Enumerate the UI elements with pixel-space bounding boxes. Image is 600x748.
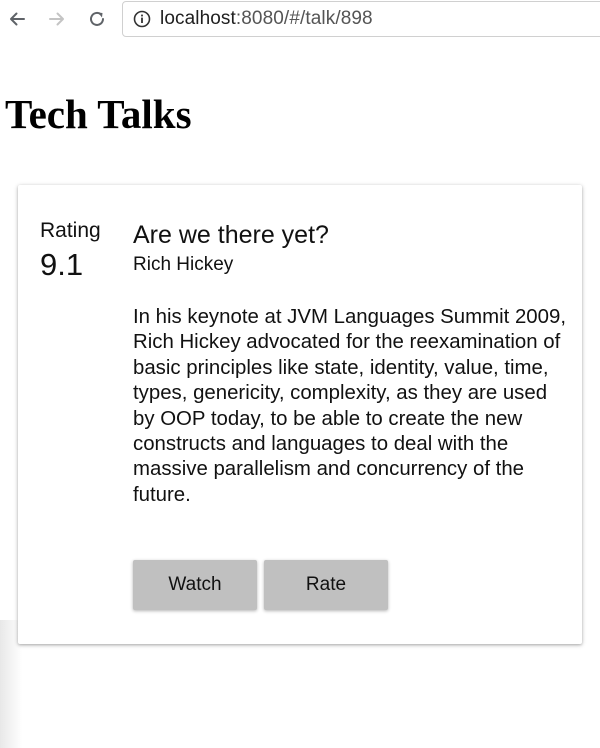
talk-card: Rating 9.1 Are we there yet? Rich Hickey… xyxy=(18,185,582,644)
url-host: localhost xyxy=(160,8,236,29)
address-bar[interactable]: localhost:8080/#/talk/898 xyxy=(122,1,600,37)
talk-speaker: Rich Hickey xyxy=(133,254,234,275)
page-title: Tech Talks xyxy=(5,91,192,137)
talk-description: In his keynote at JVM Languages Summit 2… xyxy=(133,306,566,506)
reload-icon[interactable] xyxy=(84,6,110,32)
rating-value: 9.1 xyxy=(40,247,84,282)
watch-button[interactable]: Watch xyxy=(133,560,257,610)
rating-label: Rating xyxy=(40,219,101,242)
back-arrow-icon[interactable] xyxy=(4,6,30,32)
rate-button[interactable]: Rate xyxy=(264,560,388,610)
talk-title: Are we there yet? xyxy=(133,221,329,249)
info-icon[interactable] xyxy=(133,10,151,28)
forward-arrow-icon[interactable] xyxy=(44,6,70,32)
url-text: localhost:8080/#/talk/898 xyxy=(160,8,373,30)
url-path: :8080/#/talk/898 xyxy=(235,8,373,29)
browser-toolbar: localhost:8080/#/talk/898 xyxy=(0,0,600,40)
